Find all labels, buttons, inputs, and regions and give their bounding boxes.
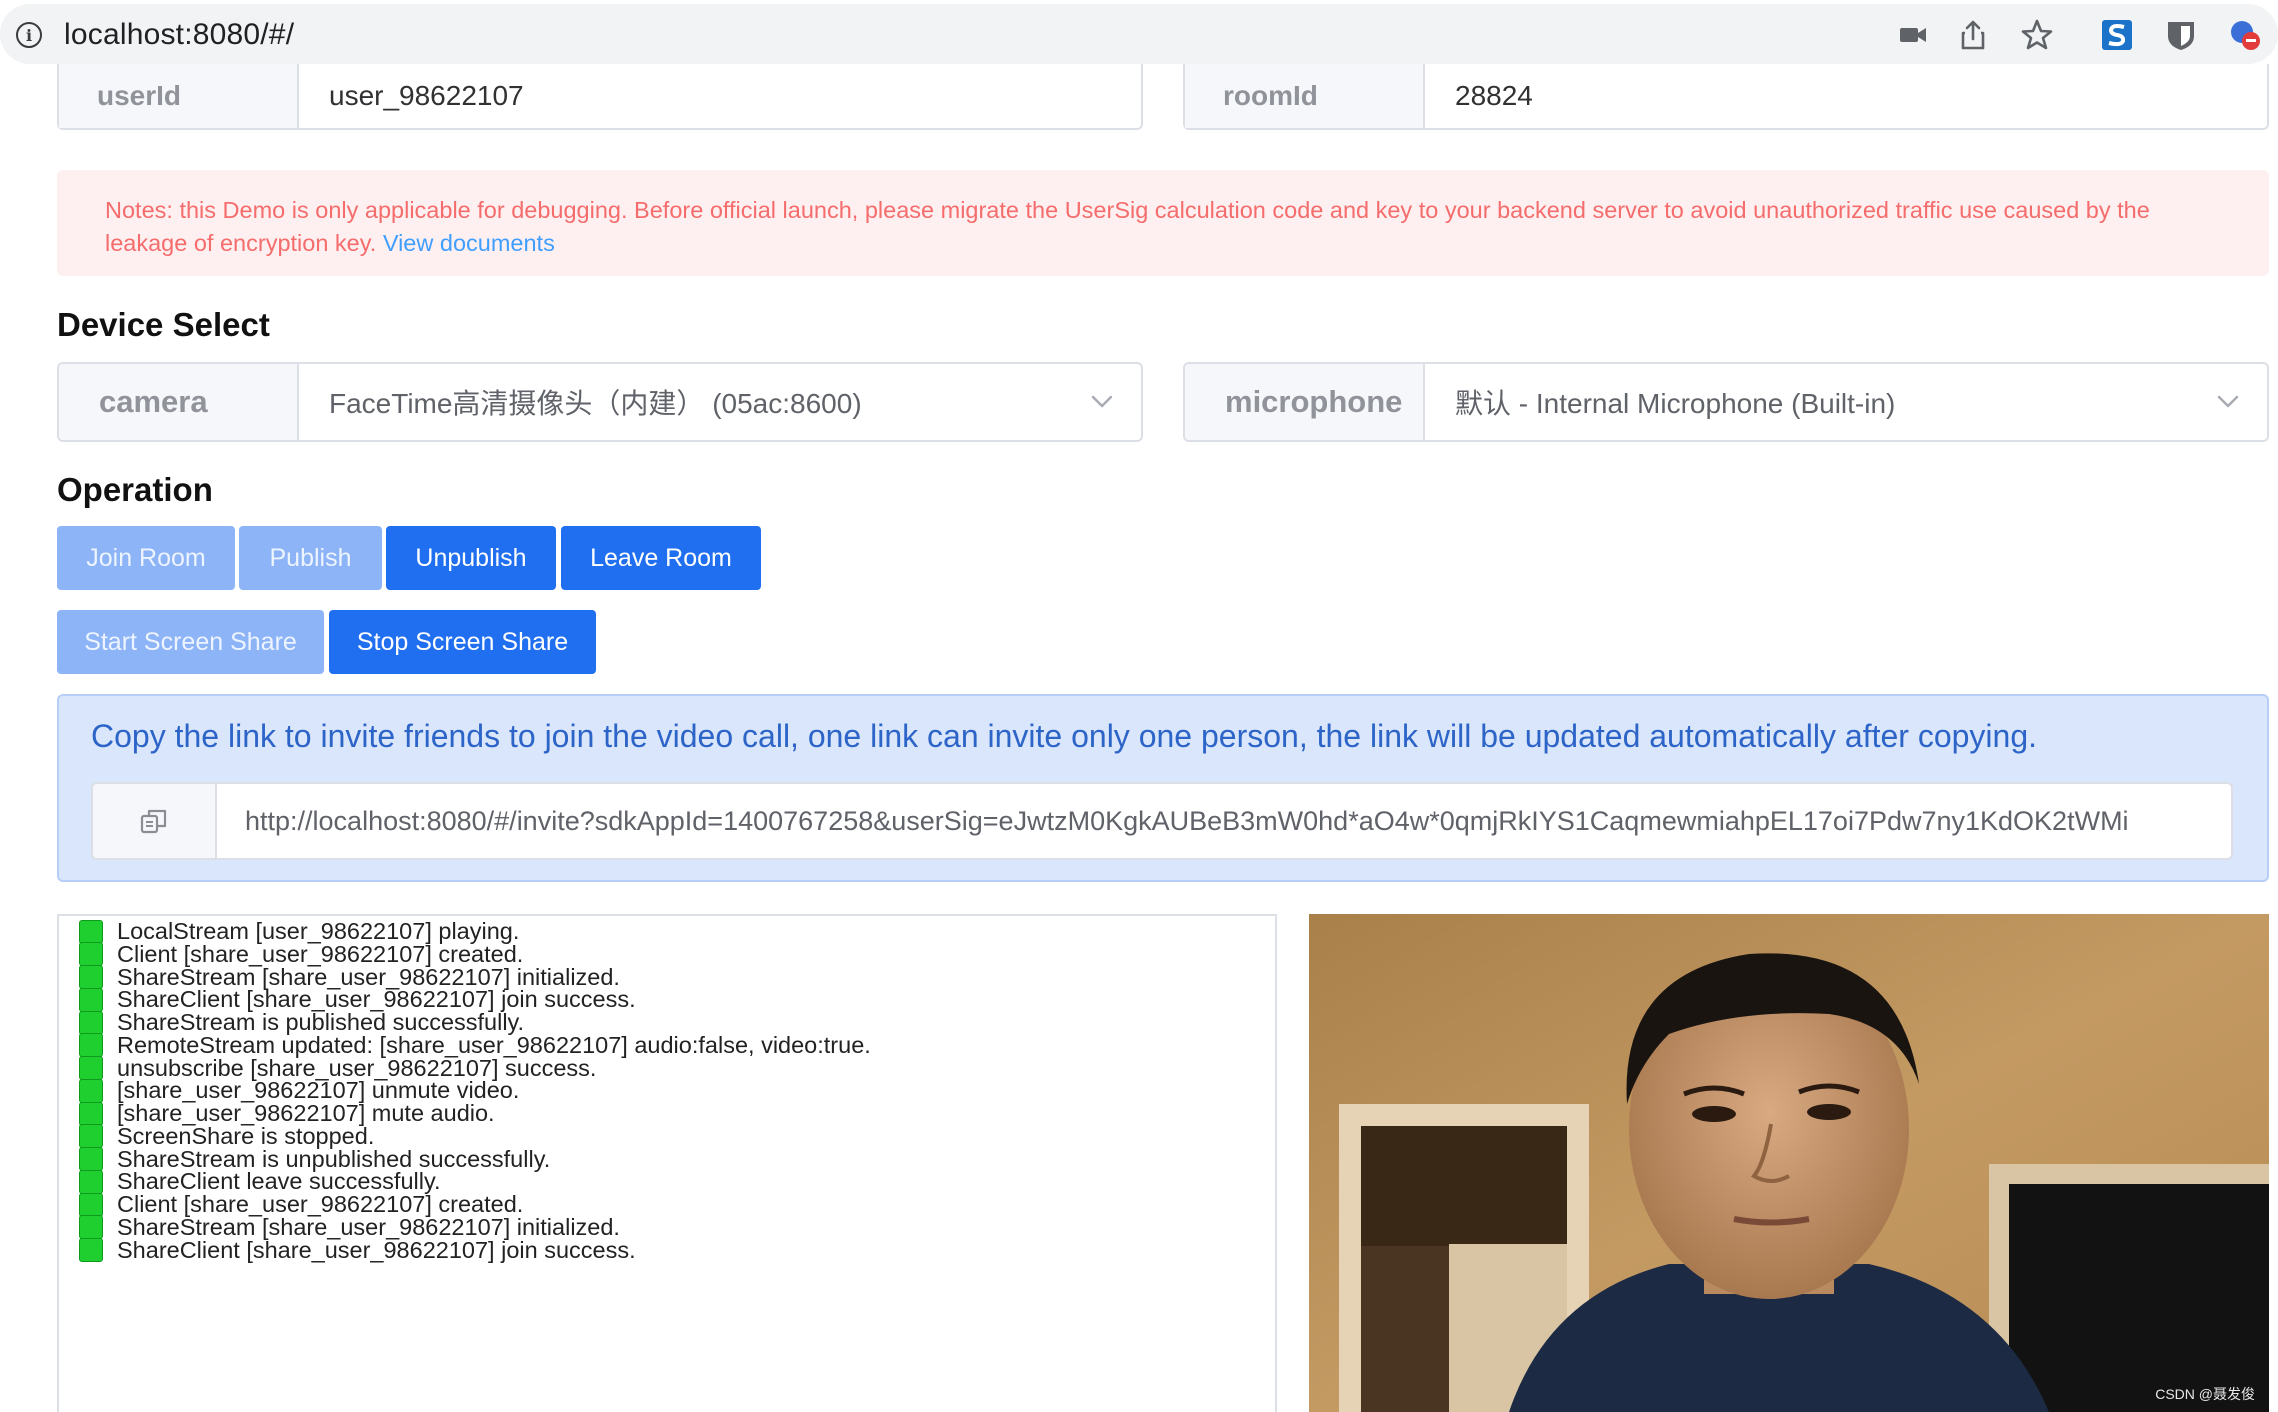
device-select-title: Device Select: [57, 306, 270, 343]
address-bar[interactable]: i localhost:8080/#/: [0, 4, 2278, 64]
camera-value: FaceTime高清摄像头（内建） (05ac:8600): [329, 388, 862, 419]
userid-label: userId: [59, 64, 299, 128]
share-icon[interactable]: [1956, 18, 1990, 52]
microphone-label: microphone: [1185, 364, 1425, 440]
log-entry: ShareClient [share_user_98622107] join s…: [79, 1234, 636, 1267]
local-video: CSDN @聂发俊: [1309, 914, 2269, 1412]
watermark-text: CSDN @聂发俊: [2155, 1386, 2255, 1402]
invite-link-input[interactable]: http://localhost:8080/#/invite?sdkAppId=…: [217, 784, 2231, 858]
event-log[interactable]: LocalStream [user_98622107] playing. Clie…: [57, 914, 1277, 1412]
extension-translate-icon[interactable]: [2228, 18, 2262, 52]
microphone-select-value[interactable]: 默认 - Internal Microphone (Built-in): [1425, 364, 2267, 440]
extension-shield-icon[interactable]: [2164, 18, 2198, 52]
address-url[interactable]: localhost:8080/#/: [64, 18, 294, 52]
join-room-button[interactable]: Join Room: [57, 526, 235, 590]
userid-field: userId user_98622107: [57, 64, 1143, 130]
publish-button[interactable]: Publish: [239, 526, 382, 590]
operation-title: Operation: [57, 471, 213, 508]
camera-select[interactable]: camera FaceTime高清摄像头（内建） (05ac:8600): [57, 362, 1143, 442]
chevron-down-icon[interactable]: [1089, 388, 1115, 414]
copy-button[interactable]: [93, 784, 217, 858]
camera-select-value[interactable]: FaceTime高清摄像头（内建） (05ac:8600): [299, 364, 1141, 440]
notes-alert: Notes: this Demo is only applicable for …: [57, 170, 2269, 276]
copy-icon: [140, 809, 167, 834]
browser-toolbar: i localhost:8080/#/: [0, 0, 2278, 68]
unpublish-button[interactable]: Unpublish: [386, 526, 556, 590]
leave-room-button[interactable]: Leave Room: [561, 526, 761, 590]
roomid-input[interactable]: 28824: [1425, 64, 2267, 128]
bookmark-star-icon[interactable]: [2020, 18, 2054, 52]
success-square-icon: [79, 1238, 103, 1262]
microphone-select[interactable]: microphone 默认 - Internal Microphone (Bui…: [1183, 362, 2269, 442]
extension-s-icon[interactable]: [2100, 18, 2134, 52]
microphone-value: 默认 - Internal Microphone (Built-in): [1455, 388, 1896, 419]
invite-panel: Copy the link to invite friends to join …: [57, 694, 2269, 882]
video-frame-image: [1309, 914, 2269, 1412]
start-screen-share-button[interactable]: Start Screen Share: [57, 610, 324, 674]
roomid-label: roomId: [1185, 64, 1425, 128]
chevron-down-icon[interactable]: [2215, 388, 2241, 414]
log-entry-text: ShareClient [share_user_98622107] join s…: [117, 1236, 636, 1263]
roomid-field: roomId 28824: [1183, 64, 2269, 130]
invite-description: Copy the link to invite friends to join …: [91, 718, 2037, 754]
userid-input[interactable]: user_98622107: [299, 64, 1141, 128]
view-documents-link[interactable]: View documents: [383, 230, 555, 256]
camera-icon[interactable]: [1896, 18, 1930, 52]
camera-label: camera: [59, 364, 299, 440]
invite-link-field: http://localhost:8080/#/invite?sdkAppId=…: [91, 782, 2233, 860]
site-info-icon[interactable]: i: [16, 22, 42, 48]
stop-screen-share-button[interactable]: Stop Screen Share: [329, 610, 596, 674]
